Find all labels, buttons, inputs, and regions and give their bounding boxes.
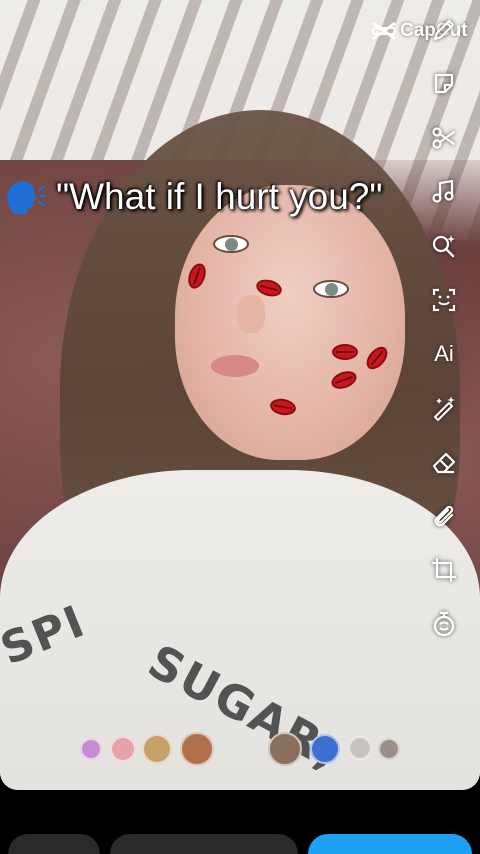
bottom-left-button[interactable] — [8, 834, 100, 854]
face — [175, 185, 405, 460]
music-note-icon — [432, 179, 454, 203]
effect-lens-icon[interactable] — [310, 734, 340, 764]
sticker-tool-button[interactable] — [420, 64, 468, 104]
video-frame: SPI SUGAR, — [0, 0, 480, 790]
caption[interactable]: "What if I hurt you?" — [4, 175, 404, 219]
nose — [237, 295, 265, 333]
eraser-icon — [432, 452, 456, 474]
effect-lens-icon[interactable] — [142, 734, 172, 764]
effect-lens-icon[interactable] — [80, 738, 102, 760]
bottom-middle-button[interactable] — [110, 834, 298, 854]
lips — [211, 355, 259, 377]
ai-text-icon: Ai — [434, 341, 454, 366]
magic-wand-icon — [434, 396, 455, 421]
sticker-icon — [434, 73, 454, 94]
eraser-tool-button[interactable] — [420, 442, 468, 482]
ai-tool-button[interactable]: Ai — [420, 334, 468, 374]
search-sparkle-icon — [432, 235, 455, 258]
music-tool-button[interactable] — [420, 172, 468, 212]
magic-tool-button[interactable] — [420, 388, 468, 428]
effects-carousel — [0, 730, 480, 770]
effect-lens-icon[interactable] — [180, 732, 214, 766]
caption-text: "What if I hurt you?" — [56, 176, 383, 217]
bottom-bar — [0, 790, 480, 854]
scissors-icon — [432, 127, 456, 149]
left-eye — [213, 235, 249, 253]
effect-lens-icon[interactable] — [378, 738, 400, 760]
scan-face-icon — [432, 288, 456, 312]
pencil-icon — [433, 19, 455, 41]
right-eye — [313, 280, 349, 298]
crop-icon — [432, 558, 456, 582]
speaking-head-icon — [7, 181, 46, 214]
cut-tool-button[interactable] — [420, 118, 468, 158]
paperclip-icon — [434, 505, 454, 527]
effect-lens-icon[interactable] — [268, 732, 302, 766]
effect-lens-icon[interactable] — [348, 736, 372, 760]
timer-icon — [433, 611, 455, 637]
timer-tool-button[interactable] — [420, 604, 468, 644]
bottom-primary-button[interactable] — [308, 834, 472, 854]
face-scan-tool-button[interactable] — [420, 280, 468, 320]
crop-tool-button[interactable] — [420, 550, 468, 590]
kiss-mark-icon — [332, 344, 358, 360]
attach-tool-button[interactable] — [420, 496, 468, 536]
effect-lens-icon[interactable] — [110, 736, 136, 762]
draw-tool-button[interactable] — [420, 10, 468, 50]
capcut-logo-icon — [372, 22, 396, 40]
search-tool-button[interactable] — [420, 226, 468, 266]
